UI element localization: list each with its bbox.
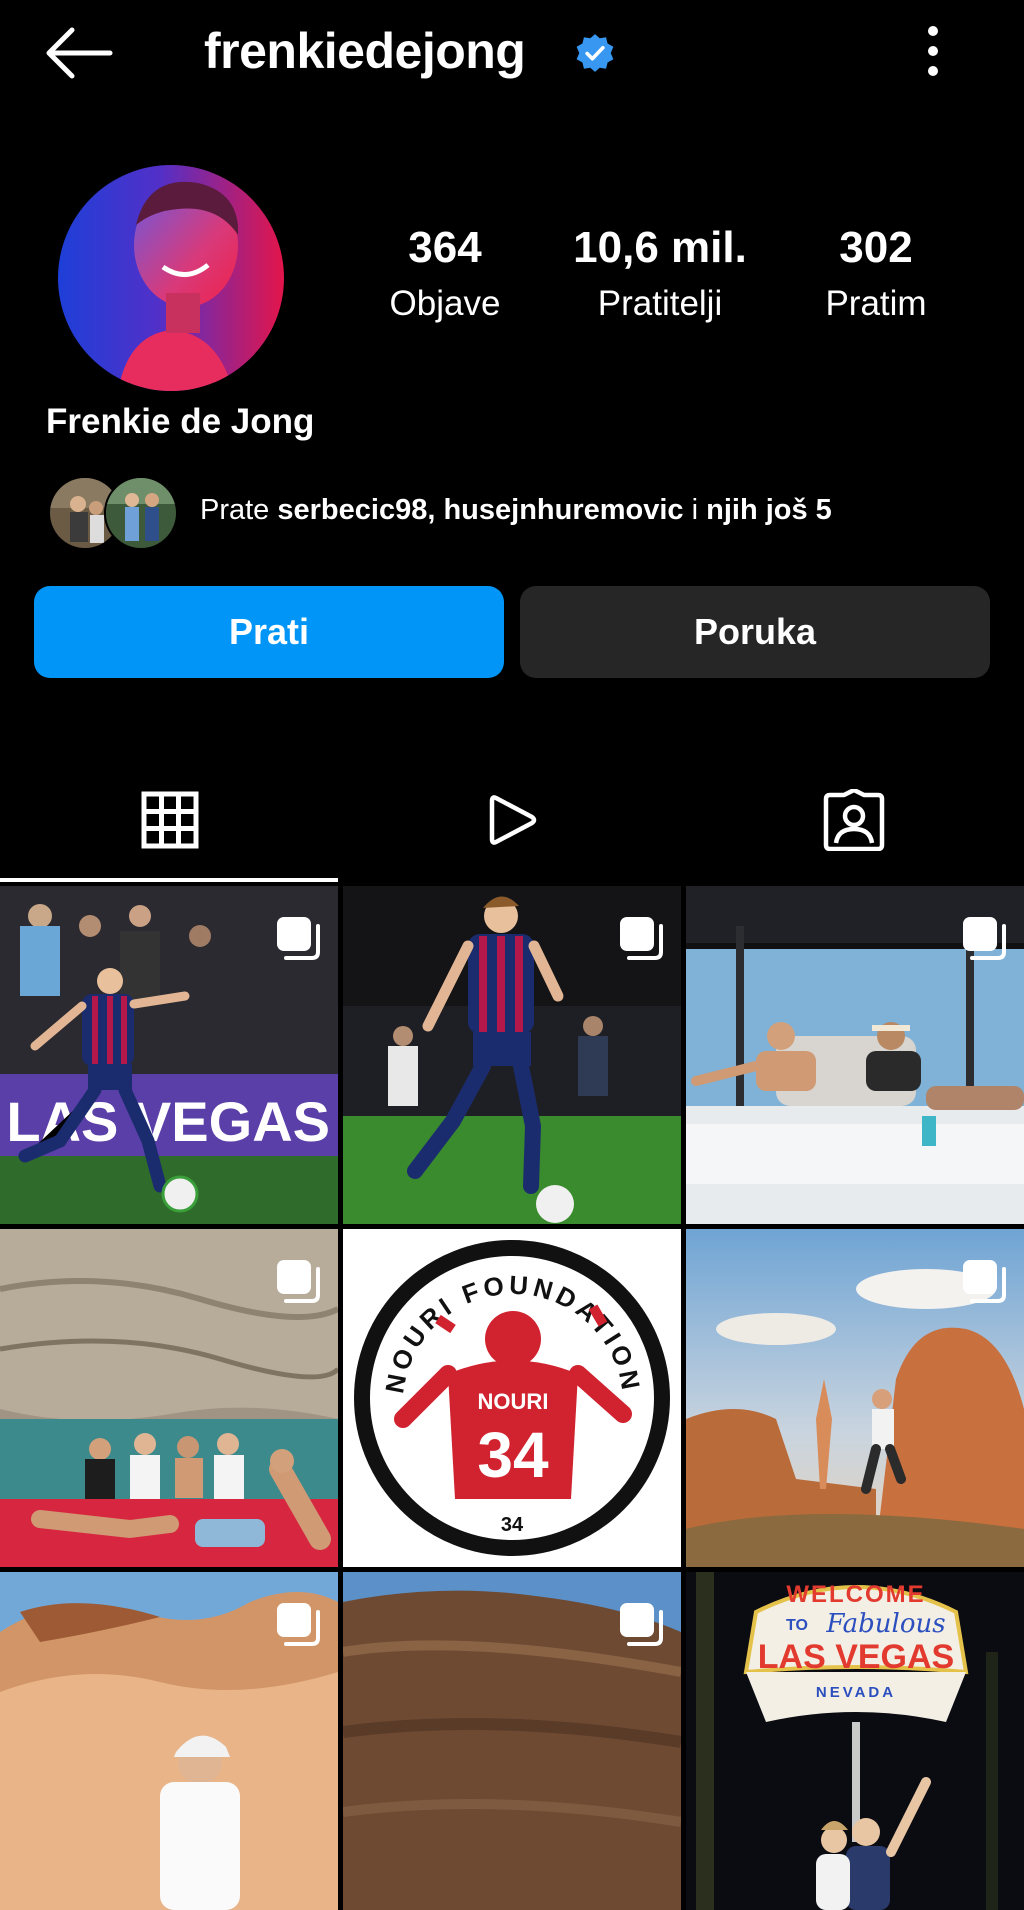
message-button[interactable]: Poruka — [520, 586, 990, 678]
following-count: 302 — [839, 223, 913, 272]
more-options-icon[interactable] — [918, 24, 948, 78]
profile-tabs — [0, 760, 1024, 884]
post-tile[interactable] — [0, 1229, 338, 1567]
post-tile[interactable] — [686, 886, 1024, 1224]
sign-to-text: TO — [786, 1617, 808, 1634]
sign-fabulous-text: Fabulous — [825, 1609, 945, 1639]
mutual-followers-avatars[interactable] — [48, 476, 178, 550]
multiple-photos-icon — [620, 917, 663, 960]
grid-icon — [141, 791, 199, 849]
post-tile[interactable] — [343, 886, 681, 1224]
sign-state-text: NEVADA — [816, 1684, 896, 1701]
stat-followers[interactable]: 10,6 mil. Pratitelji — [550, 222, 770, 334]
reels-icon — [489, 795, 537, 845]
active-tab-indicator — [0, 878, 338, 882]
sign-city-text: LAS VEGAS — [758, 1638, 954, 1676]
shirt-number-text: 34 — [477, 1419, 549, 1491]
mutual-names: serbecic98, husejnhuremovic — [277, 494, 684, 526]
mutual-prefix: Prate — [200, 494, 278, 526]
top-bar: frenkiedejong — [0, 0, 1024, 110]
back-arrow-icon[interactable] — [44, 26, 114, 80]
post-tile[interactable]: LAS VEGAS — [0, 886, 338, 1224]
badge-number-text: 34 — [501, 1514, 524, 1536]
tab-reels[interactable] — [342, 760, 682, 880]
follow-button[interactable]: Prati — [34, 586, 504, 678]
multiple-photos-icon — [963, 1260, 1006, 1303]
tab-posts-grid[interactable] — [0, 760, 340, 880]
post-tile[interactable]: WELCOME TO Fabulous LAS VEGAS NEVADA — [686, 1572, 1024, 1910]
post-tile[interactable] — [0, 1572, 338, 1910]
posts-count: 364 — [408, 223, 482, 272]
post-tile[interactable] — [343, 1572, 681, 1910]
profile-display-name: Frenkie de Jong — [46, 402, 315, 441]
tagged-icon — [823, 789, 885, 851]
multiple-photos-icon — [277, 1603, 320, 1646]
multiple-photos-icon — [963, 917, 1006, 960]
stat-following[interactable]: 302 Pratim — [766, 222, 986, 334]
mutual-avatar — [104, 476, 178, 550]
mutual-followers-text[interactable]: Prate serbecic98, husejnhuremovic i njih… — [200, 494, 832, 527]
following-label: Pratim — [825, 284, 927, 323]
post-tile[interactable]: NOURI FOUNDATION NOURI 34 34 — [343, 1229, 681, 1567]
shirt-name-text: NOURI — [478, 1389, 549, 1414]
sign-welcome-text: WELCOME — [786, 1581, 925, 1608]
multiple-photos-icon — [620, 1603, 663, 1646]
followers-count: 10,6 mil. — [573, 223, 747, 272]
multiple-photos-icon — [277, 917, 320, 960]
multiple-photos-icon — [277, 1260, 320, 1303]
posts-label: Objave — [389, 284, 501, 323]
profile-username: frenkiedejong — [204, 23, 526, 79]
mutual-conjunction: i — [683, 494, 707, 526]
mutual-more: njih još 5 — [706, 494, 832, 526]
post-tile[interactable] — [686, 1229, 1024, 1567]
stat-posts[interactable]: 364 Objave — [335, 222, 555, 334]
tab-tagged[interactable] — [684, 760, 1024, 880]
verified-badge-icon — [576, 34, 614, 72]
profile-avatar[interactable] — [58, 165, 284, 391]
followers-label: Pratitelji — [597, 284, 723, 323]
